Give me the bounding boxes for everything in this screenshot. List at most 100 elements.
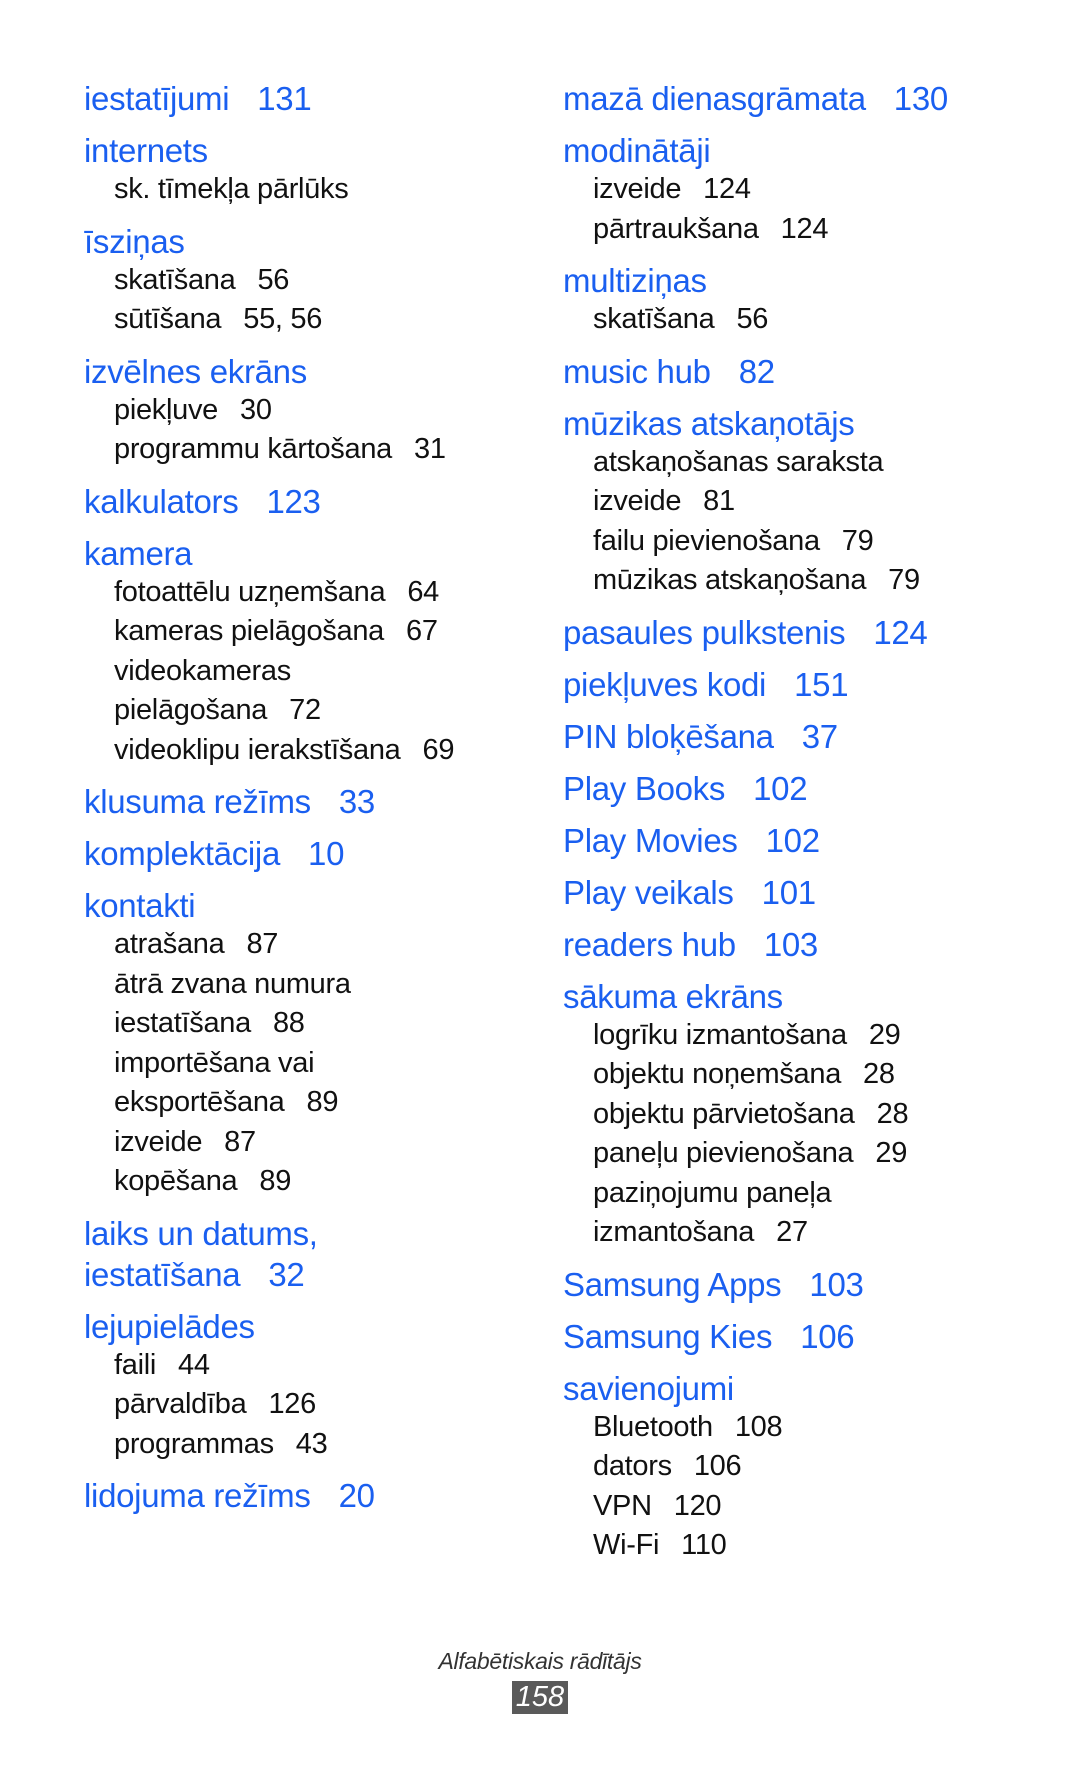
index-term-text: Samsung Kies	[563, 1317, 773, 1355]
page-reference-link[interactable]: 106	[800, 1318, 854, 1355]
index-term: lejupielādes	[84, 1306, 524, 1347]
index-term: Play veikals 101	[563, 872, 1033, 913]
page-reference-link[interactable]: 33	[339, 783, 375, 820]
index-term-text: modinātāji	[563, 132, 711, 169]
page-reference-link[interactable]: 151	[794, 666, 848, 703]
page-reference-link[interactable]: 124	[781, 213, 829, 245]
index-term-text: PIN bloķēšana	[563, 717, 774, 755]
page-reference-link[interactable]: 31	[414, 433, 446, 465]
index-term: Play Books 102	[563, 768, 1033, 809]
subentry-line: pārvaldība 126	[114, 1385, 524, 1425]
subentry-text: iestatīšana	[114, 1007, 251, 1039]
subentry-text: pārvaldība	[114, 1388, 247, 1420]
page-reference-link[interactable]: 69	[423, 734, 455, 766]
page-reference-link[interactable]: 89	[259, 1165, 291, 1197]
page-reference-link[interactable]: 28	[863, 1058, 895, 1090]
index-subentry: sk. tīmekļa pārlūks	[84, 170, 524, 210]
index-subentry: VPN 120	[563, 1487, 1033, 1527]
page-reference-link[interactable]: 124	[873, 614, 927, 651]
page-reference-link[interactable]: 56	[257, 264, 289, 296]
page-reference-link[interactable]: 126	[268, 1388, 316, 1420]
index-subentry: videokameras pielāgošana 72	[84, 652, 524, 731]
subentry-text: objektu pārvietošana	[593, 1097, 855, 1130]
page-reference-link[interactable]: 123	[266, 483, 320, 520]
index-term-text: iestatījumi	[84, 80, 230, 117]
page-reference-link[interactable]: 27	[776, 1216, 808, 1248]
subentry-list: logrīku izmantošana 29 objektu noņemšana 28…	[563, 1016, 1033, 1253]
subentry-line: programmas 43	[114, 1425, 524, 1465]
index-entry-kalkulators: kalkulators 123	[84, 481, 524, 522]
index-subentry: pārvaldība 126	[84, 1385, 524, 1425]
page-reference-link[interactable]: 102	[753, 770, 807, 807]
page-reference-link[interactable]: 28	[877, 1098, 909, 1130]
page-reference-link[interactable]: 82	[739, 353, 775, 390]
index-term: multiziņas	[563, 260, 1033, 301]
page-reference-link[interactable]: 43	[296, 1428, 328, 1460]
page-reference-link[interactable]: 87	[246, 928, 278, 960]
subentry-line: importēšana vai	[114, 1044, 524, 1084]
index-subentry: atskaņošanas saraksta izveide 81	[563, 443, 1033, 522]
subentry-line: skatīšana 56	[593, 300, 1033, 340]
page-reference-link[interactable]: 55, 56	[243, 303, 322, 335]
index-subentry: paneļu pievienošana 29	[563, 1134, 1033, 1174]
subentry-list: Bluetooth 108 dators 106 VPN 120 Wi-Fi 110	[563, 1408, 1033, 1566]
index-term-text: lejupielādes	[84, 1307, 255, 1345]
page-reference-link[interactable]: 56	[736, 303, 768, 335]
page-reference-link[interactable]: 130	[894, 80, 948, 117]
index-term-text: Play Movies	[563, 821, 738, 859]
page-reference-link[interactable]: 37	[802, 718, 838, 755]
page-reference-link[interactable]: 110	[681, 1529, 727, 1561]
index-subentry: Bluetooth 108	[563, 1408, 1033, 1448]
index-term-text: lidojuma režīms	[84, 1477, 311, 1514]
page-reference-link[interactable]: 101	[762, 874, 816, 911]
subentry-line: mūzikas atskaņošana 79	[593, 561, 1033, 601]
page-reference-link[interactable]: 67	[406, 615, 438, 647]
page-reference-link[interactable]: 120	[674, 1490, 722, 1522]
index-term-text: pasaules pulkstenis	[563, 613, 846, 651]
index-subentry: importēšana vai eksportēšana 89	[84, 1044, 524, 1123]
subentry-list: skatīšana 56	[563, 300, 1033, 340]
subentry-text: atskaņošanas saraksta	[593, 445, 884, 478]
index-entry-izvelnes-ekrans: izvēlnes ekrāns piekļuve 30 programmu kārto…	[84, 351, 524, 470]
page-reference-link[interactable]: 20	[339, 1477, 375, 1514]
page-reference-link[interactable]: 64	[407, 576, 439, 608]
index-entry-muzikas-atskanotajs: mūzikas atskaņotājs atskaņošanas saraksta…	[563, 403, 1033, 601]
subentry-line: VPN 120	[593, 1487, 1033, 1527]
subentry-list: faili 44 pārvaldība 126 programmas 43	[84, 1346, 524, 1465]
page-reference-link[interactable]: 103	[809, 1266, 863, 1303]
page-reference-link[interactable]: 10	[308, 835, 344, 872]
subentry-line: objektu pārvietošana 28	[593, 1095, 1033, 1135]
index-entry-sakuma-ekrans: sākuma ekrāns logrīku izmantošana 29 objekt…	[563, 976, 1033, 1253]
index-term-text: izvēlnes ekrāns	[84, 352, 307, 390]
page-reference-link[interactable]: 44	[178, 1349, 210, 1381]
page-reference-link[interactable]: 131	[257, 80, 311, 117]
page-reference-link[interactable]: 29	[875, 1137, 907, 1169]
page-reference-link[interactable]: 79	[842, 525, 874, 557]
page-reference-link[interactable]: 32	[268, 1256, 304, 1293]
index-entry-multizinas: multiziņas skatīšana 56	[563, 260, 1033, 340]
index-entry-klusuma-rezims: klusuma režīms 33	[84, 781, 524, 822]
subentry-text: izveide	[114, 1125, 203, 1158]
index-term: laiks un datums, iestatīšana 32	[84, 1213, 524, 1295]
subentry-line: sk. tīmekļa pārlūks	[114, 170, 524, 210]
page-reference-link[interactable]: 30	[240, 394, 272, 426]
index-term: readers hub 103	[563, 924, 1033, 965]
page-reference-link[interactable]: 72	[289, 694, 321, 726]
page-reference-link[interactable]: 102	[766, 822, 820, 859]
page-reference-link[interactable]: 89	[307, 1086, 339, 1118]
index-term: izvēlnes ekrāns	[84, 351, 524, 392]
subentry-text: kopēšana	[114, 1165, 238, 1197]
index-term: piekļuves kodi 151	[563, 664, 1033, 705]
page-reference-link[interactable]: 103	[764, 926, 818, 963]
page-reference-link[interactable]: 124	[703, 173, 751, 205]
page-reference-link[interactable]: 106	[694, 1450, 742, 1482]
index-term: kalkulators 123	[84, 481, 524, 522]
page-reference-link[interactable]: 29	[869, 1019, 901, 1051]
page-reference-link[interactable]: 87	[224, 1126, 256, 1158]
page-reference-link[interactable]: 88	[273, 1007, 305, 1039]
page-reference-link[interactable]: 108	[735, 1411, 783, 1443]
page-reference-link[interactable]: 79	[888, 564, 920, 596]
page-reference-link[interactable]: 81	[703, 485, 735, 517]
index-subentry: piekļuve 30	[84, 391, 524, 431]
index-term: kontakti	[84, 885, 524, 926]
